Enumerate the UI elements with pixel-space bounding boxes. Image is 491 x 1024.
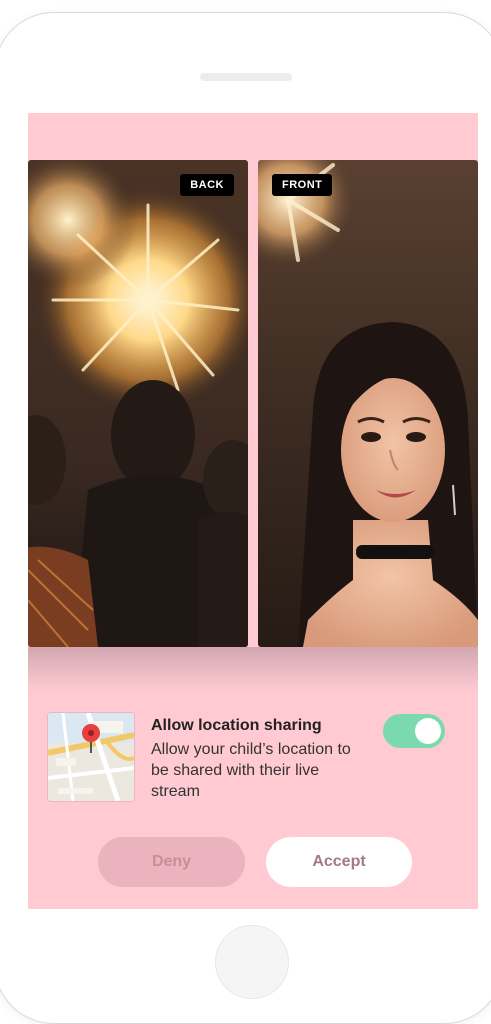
consent-description: Allow your child’s location to be shared… bbox=[151, 741, 351, 800]
consent-title: Allow location sharing bbox=[151, 717, 322, 734]
map-thumbnail bbox=[48, 713, 134, 801]
speaker-grille bbox=[200, 73, 292, 81]
front-camera-view: FRONT bbox=[258, 160, 478, 647]
accept-button[interactable]: Accept bbox=[266, 837, 412, 887]
location-consent-panel: Allow location sharing Allow your child’… bbox=[28, 691, 478, 909]
back-camera-label: BACK bbox=[180, 174, 234, 196]
map-icon bbox=[47, 712, 135, 802]
front-camera-label: FRONT bbox=[272, 174, 333, 196]
back-camera-view: BACK bbox=[28, 160, 248, 647]
front-camera-image bbox=[258, 160, 478, 647]
home-button[interactable] bbox=[215, 925, 289, 999]
deny-button[interactable]: Deny bbox=[98, 837, 245, 887]
app-screen: BACK FRONT Allow location sharing Allow … bbox=[28, 113, 478, 909]
toggle-knob[interactable] bbox=[415, 718, 441, 744]
location-sharing-toggle[interactable] bbox=[383, 714, 445, 748]
camera-shadow bbox=[28, 647, 478, 691]
back-camera-image bbox=[28, 160, 248, 647]
